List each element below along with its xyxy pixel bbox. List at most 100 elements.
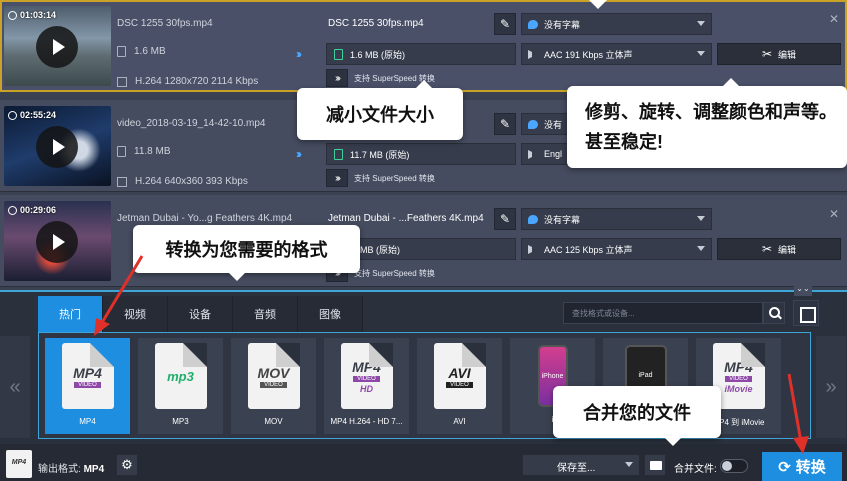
video-thumbnail[interactable]: 01:03:14 <box>4 6 111 86</box>
speaker-icon <box>528 49 538 59</box>
subtitle-icon <box>528 214 538 224</box>
play-icon[interactable] <box>36 26 78 68</box>
output-file-name[interactable]: Jetman Dubai - ...Feathers 4K.mp4 <box>328 213 484 224</box>
remove-file-icon[interactable]: ✕ <box>829 12 839 26</box>
output-file-name[interactable]: DSC 1255 30fps.mp4 <box>328 18 424 29</box>
play-icon[interactable] <box>36 126 78 168</box>
doc-sub-text: VIDEO <box>260 381 287 388</box>
superspeed-icon: ››› <box>326 69 348 87</box>
duration-text: 02:55:24 <box>20 110 57 120</box>
format-tile-mp4-hd[interactable]: MP4 VIDEO HD MP4 H.264 - HD 7... <box>324 338 409 434</box>
film-icon <box>117 176 127 187</box>
collapse-panel-icon[interactable]: ⌄⌄ <box>794 282 812 296</box>
subtitle-icon <box>528 119 538 129</box>
superspeed-icon: ››› <box>326 169 348 187</box>
output-format-value: MP4 <box>83 464 105 475</box>
doc-sub-text: VIDEO <box>446 381 473 388</box>
film-icon <box>117 76 127 87</box>
edit-button[interactable]: ✂ 编辑 <box>717 43 841 65</box>
doc-format-text: MP4 <box>352 358 381 375</box>
scissors-icon: ✂ <box>761 47 773 61</box>
doc-format-text: mp3 <box>167 368 194 384</box>
detect-device-icon[interactable] <box>793 300 819 326</box>
tab-images[interactable]: 图像 <box>298 296 363 332</box>
source-size-text: 11.8 MB <box>134 146 171 157</box>
output-size-dropdown[interactable]: 1.6 MB (原始) <box>326 43 516 65</box>
tab-devices[interactable]: 设备 <box>168 296 233 332</box>
format-label: MP4 <box>79 417 96 426</box>
doc-extra-text: iMovie <box>724 383 753 394</box>
clock-icon <box>8 110 17 120</box>
doc-sub-text: VIDEO <box>353 375 380 382</box>
doc-format-text: MOV <box>257 364 290 381</box>
file-icon <box>117 146 126 157</box>
source-file-name: DSC 1255 30fps.mp4 <box>117 18 213 29</box>
tab-audio[interactable]: 音频 <box>233 296 298 332</box>
superspeed-indicator: ››› 支持 SuperSpeed 转换 <box>326 169 435 187</box>
chevron-down-icon <box>697 21 705 26</box>
subtitle-dropdown[interactable]: 没有字幕 <box>521 13 712 35</box>
red-arrow-to-mp4 <box>94 255 144 336</box>
merge-files-label: 合并文件: <box>674 464 717 475</box>
format-search-input[interactable]: 查找格式或设备... <box>563 302 763 324</box>
gear-icon[interactable]: ⚙ <box>116 454 138 476</box>
format-label: MP3 <box>172 417 189 426</box>
rename-pencil-icon[interactable]: ✎ <box>494 13 516 35</box>
edit-button[interactable]: ✂ 编辑 <box>717 238 841 260</box>
output-size-text: 1.6 MB (原始) <box>350 49 406 60</box>
source-codec-text: H.264 640x360 393 Kbps <box>135 176 248 187</box>
scroll-right-icon[interactable]: » <box>816 336 846 438</box>
output-format-label: 输出格式: MP4 <box>38 460 104 475</box>
audio-text: Engl <box>544 149 563 159</box>
callout-reduce-size: 减小文件大小 <box>297 80 463 140</box>
rename-pencil-icon[interactable]: ✎ <box>494 113 516 135</box>
duration-badge: 02:55:24 <box>8 110 56 120</box>
duration-text: 00:29:06 <box>20 205 57 215</box>
doc-format-text: MP4 <box>73 364 102 381</box>
subtitle-dropdown[interactable]: 没有字幕 <box>521 208 712 230</box>
doc-extra-text: HD <box>360 383 373 394</box>
source-size: 1.6 MB <box>117 46 166 57</box>
mp4-doc-icon: MP4 VIDEO <box>61 343 114 409</box>
file-icon <box>117 46 126 57</box>
format-label: AVI <box>453 417 466 426</box>
source-file-name: Jetman Dubai - Yo...g Feathers 4K.mp4 <box>117 213 293 224</box>
format-tile-mp3[interactable]: mp3 MP3 <box>138 338 223 434</box>
remove-file-icon[interactable]: ✕ <box>829 207 839 221</box>
format-label: MOV <box>264 417 283 426</box>
save-to-dropdown[interactable]: 保存至... <box>522 454 640 476</box>
video-thumbnail[interactable]: 02:55:24 <box>4 106 111 186</box>
callout-merge-files: 合并您的文件 <box>553 386 721 446</box>
mov-doc-icon: MOV VIDEO <box>247 343 300 409</box>
doc-format-text: MP4 <box>724 358 753 375</box>
mp4-hd-doc-icon: MP4 VIDEO HD <box>340 343 393 409</box>
search-icon[interactable] <box>763 302 785 324</box>
output-size-dropdown[interactable]: 11.7 MB (原始) <box>326 143 516 165</box>
merge-files-toggle[interactable] <box>720 459 748 473</box>
source-codec: H.264 640x360 393 Kbps <box>117 176 248 187</box>
audio-dropdown[interactable]: AAC 125 Kbps 立体声 <box>521 238 712 260</box>
edit-label: 编辑 <box>778 244 797 255</box>
source-size: 11.8 MB <box>117 146 171 157</box>
doc-sub-text: VIDEO <box>74 381 101 388</box>
duration-badge: 00:29:06 <box>8 205 56 215</box>
doc-sub-text: VIDEO <box>725 375 752 382</box>
format-tabs: 热门 视频 设备 音频 图像 <box>38 296 363 332</box>
folder-icon[interactable] <box>644 454 666 476</box>
file-icon <box>334 48 343 60</box>
scroll-left-icon[interactable]: « <box>0 336 30 438</box>
format-tile-mp4[interactable]: MP4 VIDEO MP4 <box>45 338 130 434</box>
format-tile-mov[interactable]: MOV VIDEO MOV <box>231 338 316 434</box>
subtitle-text: 没有 <box>544 119 563 130</box>
subtitle-text: 没有字幕 <box>544 19 581 30</box>
output-size-text: 11.7 MB (原始) <box>350 149 410 160</box>
play-icon[interactable] <box>36 221 78 263</box>
output-format-icon: MP4 <box>6 450 32 478</box>
source-codec: H.264 1280x720 2114 Kbps <box>117 76 258 87</box>
source-codec-text: H.264 1280x720 2114 Kbps <box>135 76 259 87</box>
app-window: 01:03:14 DSC 1255 30fps.mp4 1.6 MB H.264… <box>0 0 847 481</box>
rename-pencil-icon[interactable]: ✎ <box>494 208 516 230</box>
audio-dropdown[interactable]: AAC 191 Kbps 立体声 <box>521 43 712 65</box>
format-tile-avi[interactable]: AVI VIDEO AVI <box>417 338 502 434</box>
chevron-down-icon <box>697 246 705 251</box>
